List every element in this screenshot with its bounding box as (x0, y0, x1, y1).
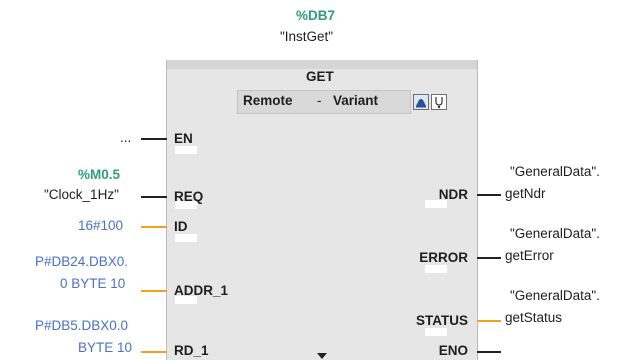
mode-variant[interactable]: Variant (333, 93, 378, 109)
wire-error (477, 257, 501, 259)
block-name: GET (306, 69, 334, 84)
instance-db-name[interactable]: "InstGet" (280, 29, 333, 45)
wire-req (141, 196, 167, 198)
wire-ndr (477, 194, 501, 196)
pin-gap-error (425, 265, 447, 273)
wire-eno (477, 351, 501, 353)
operand-req-address: %M0.5 (78, 167, 121, 182)
pin-ndr: NDR (438, 187, 468, 202)
pin-gap-id (175, 234, 197, 242)
operand-status-line1[interactable]: "GeneralData". (510, 288, 600, 304)
mode-remote[interactable]: Remote (243, 93, 293, 109)
operand-addr-1-line2[interactable]: 0 BYTE 10 (60, 276, 125, 292)
block-header-band (167, 60, 477, 69)
chevron-down-icon[interactable] (316, 352, 328, 360)
wire-rd-1 (141, 351, 167, 353)
operand-req[interactable]: "Clock_1Hz" (44, 187, 119, 203)
operand-addr-1-line1[interactable]: P#DB24.DBX0. (35, 254, 128, 270)
instance-db-address: %DB7 (296, 8, 336, 23)
pin-rd-1: RD_1 (174, 343, 209, 358)
operand-rd-1-line1[interactable]: P#DB5.DBX0.0 (35, 318, 128, 334)
wire-status (477, 320, 501, 322)
pin-status: STATUS (416, 313, 468, 328)
ladder-network: %DB7 "InstGet" GET Remote - Variant EN R… (0, 0, 637, 360)
pin-id: ID (174, 219, 188, 234)
operand-ndr-line2[interactable]: getNdr (505, 186, 546, 202)
wire-en (141, 138, 167, 140)
instance-db-icon[interactable] (413, 94, 429, 110)
operand-id[interactable]: 16#100 (78, 218, 123, 234)
stethoscope-icon-glyph (435, 97, 443, 109)
operand-en[interactable]: ... (120, 130, 131, 146)
pin-en: EN (174, 131, 193, 146)
pin-addr-1: ADDR_1 (174, 283, 229, 298)
wire-id (141, 226, 167, 228)
pin-req: REQ (174, 189, 204, 204)
operand-error-line1[interactable]: "GeneralData". (510, 226, 600, 242)
operand-error-line2[interactable]: getError (505, 248, 554, 264)
pin-error: ERROR (419, 250, 468, 265)
instance-db-icon-glyph (416, 99, 426, 108)
operand-rd-1-line2[interactable]: BYTE 10 (78, 340, 132, 356)
stethoscope-icon[interactable] (431, 94, 447, 110)
wire-addr-1 (141, 290, 167, 292)
pin-eno: ENO (438, 343, 468, 358)
mode-separator: - (317, 93, 322, 108)
operand-status-line2[interactable]: getStatus (505, 310, 562, 326)
pin-gap-status (425, 328, 447, 336)
pin-gap-en (175, 146, 197, 154)
operand-ndr-line1[interactable]: "GeneralData". (510, 164, 600, 180)
